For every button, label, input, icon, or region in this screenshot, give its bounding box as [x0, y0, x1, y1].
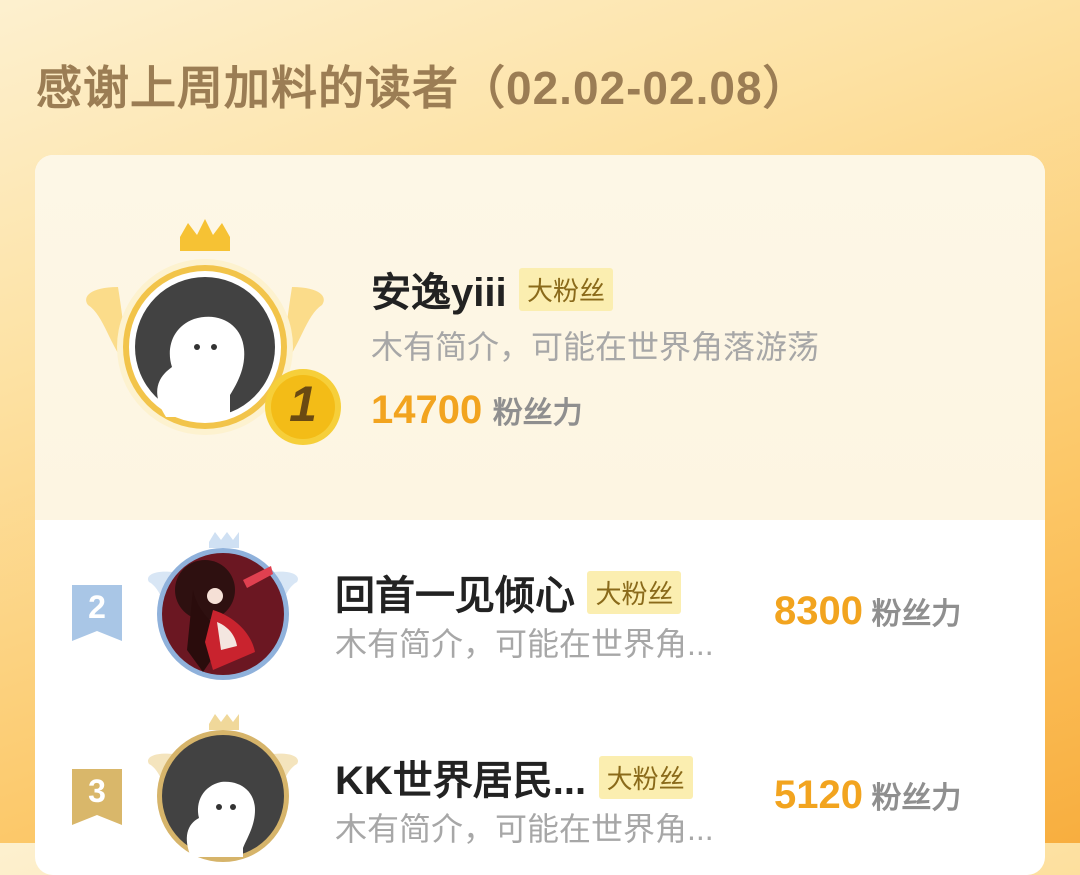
reader-2-score-unit: 粉丝力 — [871, 598, 962, 631]
reader-3-badge: 大粉丝 — [598, 756, 693, 799]
reader-3-score: 5120 — [774, 773, 863, 817]
reader-3-score-unit: 粉丝力 — [871, 782, 962, 815]
rank-1-medal: 1 — [263, 367, 343, 447]
reader-3-bio: 木有简介，可能在世界角... — [335, 811, 714, 847]
silver-avatar-frame — [148, 532, 298, 680]
bronze-avatar-frame — [148, 714, 298, 862]
rank-3-number: 3 — [88, 773, 106, 809]
reader-1-badge: 大粉丝 — [519, 268, 614, 311]
reader-ranking-card: 1 安逸yiii 大粉丝 木有简介，可能在世界角落游荡 14700 粉丝力 2 — [35, 155, 1045, 875]
rank-1-number: 1 — [289, 376, 317, 432]
rank-3-flag: 3 — [70, 767, 124, 827]
reader-2-score: 8300 — [774, 589, 863, 633]
reader-2-name[interactable]: 回首一见倾心 — [335, 574, 575, 618]
reader-3-name[interactable]: KK世界居民... — [335, 759, 586, 803]
page-title: 感谢上周加料的读者（02.02-02.08） — [36, 62, 810, 114]
rank-2-number: 2 — [88, 589, 106, 625]
reader-1-name[interactable]: 安逸yiii — [371, 271, 507, 315]
reader-2-badge: 大粉丝 — [587, 571, 682, 614]
reader-1-score-unit: 粉丝力 — [492, 397, 583, 430]
reader-1-score: 14700 — [371, 388, 483, 432]
reader-1-bio: 木有简介，可能在世界角落游荡 — [371, 329, 820, 365]
rank-2-flag: 2 — [70, 583, 124, 643]
reader-2-bio: 木有简介，可能在世界角... — [335, 626, 714, 662]
